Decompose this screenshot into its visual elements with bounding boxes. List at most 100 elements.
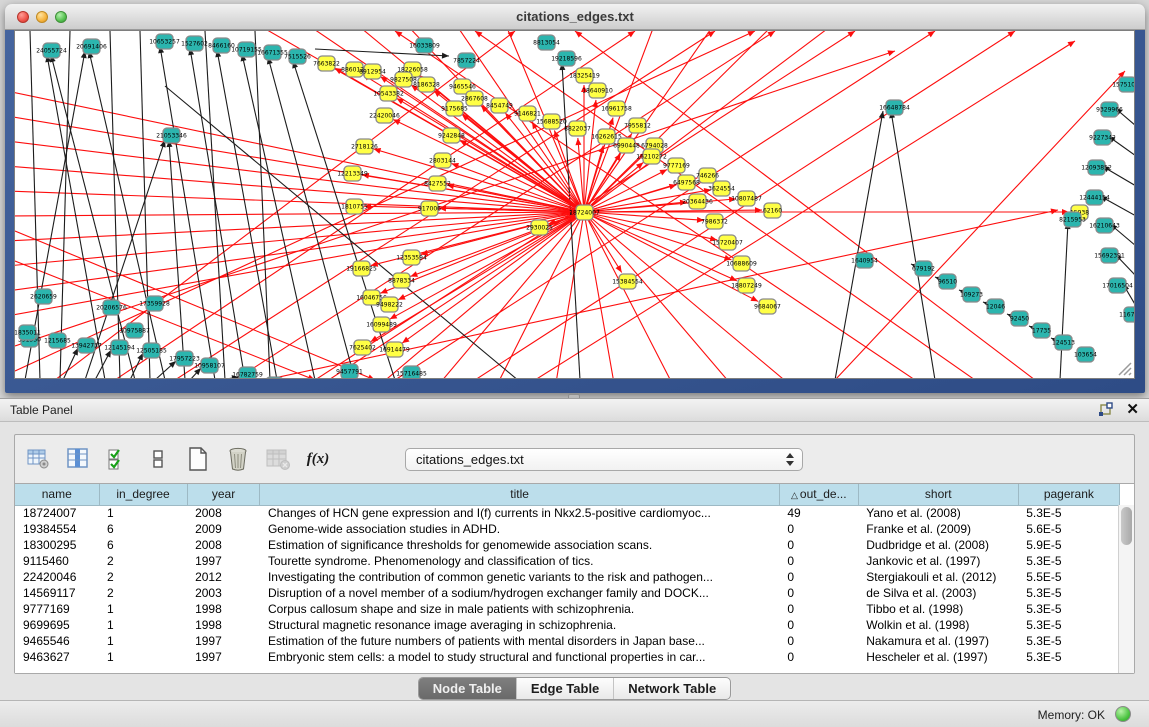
function-builder-button[interactable]: f(x) [305, 446, 331, 472]
table-row[interactable]: 969969511998Structural magnetic resonanc… [15, 617, 1120, 633]
select-rows-button[interactable] [105, 446, 131, 472]
graph-node[interactable]: 18325419 [569, 68, 600, 83]
table-row[interactable]: 2242004622012Investigating the contribut… [15, 569, 1120, 585]
table-row[interactable]: 1456911722003Disruption of a novel membe… [15, 585, 1120, 601]
graph-node[interactable]: 20691406 [76, 39, 107, 54]
graph-node[interactable]: 17016504 [1102, 278, 1133, 293]
graph-node[interactable]: 1810755 [341, 199, 368, 214]
table-row[interactable]: 911546021997Tourette syndrome. Phenomeno… [15, 553, 1120, 569]
svg-text:12093852: 12093852 [1081, 165, 1112, 172]
graph-node[interactable]: 917006 [418, 201, 441, 216]
graph-node[interactable]: 15720407 [712, 235, 743, 250]
window-title: citations_edges.txt [5, 9, 1145, 24]
network-graph[interactable]: 1872400788601238912954182260589827508818… [15, 31, 1135, 379]
graph-node[interactable]: 9777169 [663, 158, 690, 173]
float-panel-icon[interactable] [1098, 402, 1114, 418]
tab-edge-table[interactable]: Edge Table [516, 678, 613, 699]
column-header-outde[interactable]: △out_de... [779, 484, 858, 505]
table-cell: 1 [99, 649, 187, 665]
svg-text:9465546: 9465546 [449, 84, 476, 91]
graph-node[interactable]: 9175685 [441, 101, 468, 116]
new-column-button[interactable] [185, 446, 211, 472]
graph-node[interactable]: 96510 [938, 274, 957, 289]
table-cell: 1 [99, 601, 187, 617]
table-row[interactable]: 977716911998Corpus callosum shape and si… [15, 601, 1120, 617]
tab-node-table[interactable]: Node Table [419, 678, 516, 699]
table-row[interactable]: 1830029562008Estimation of significance … [15, 537, 1120, 553]
graph-node[interactable]: 19166825 [346, 261, 377, 276]
tab-network-table[interactable]: Network Table [613, 678, 730, 699]
graph-node[interactable]: 15692391 [1094, 248, 1125, 263]
table-cell: Estimation of the future numbers of pati… [260, 633, 779, 649]
graph-node[interactable]: 7515526 [284, 49, 311, 64]
window-titlebar[interactable]: citations_edges.txt [5, 4, 1145, 30]
column-header-pagerank[interactable]: pagerank [1018, 484, 1119, 505]
column-header-indegree[interactable]: in_degree [99, 484, 187, 505]
graph-node[interactable]: 16782759 [232, 367, 263, 379]
graph-node[interactable]: 19218596 [551, 51, 582, 66]
graph-node[interactable]: 20206576 [96, 300, 127, 315]
graph-node[interactable]: 9329966 [1096, 102, 1123, 117]
delete-column-button[interactable] [225, 446, 251, 472]
table-settings-button[interactable] [25, 446, 51, 472]
graph-node[interactable]: 16961758 [601, 101, 632, 116]
network-canvas[interactable]: 1872400788601238912954182260589827508818… [14, 30, 1135, 379]
graph-node[interactable]: 15716485 [396, 366, 427, 379]
column-header-title[interactable]: title [260, 484, 779, 505]
graph-node[interactable]: 103654 [1074, 347, 1097, 362]
svg-text:12444154: 12444154 [1079, 195, 1110, 202]
graph-node[interactable]: 109273 [960, 287, 983, 302]
table-row[interactable]: 946554611997Estimation of the future num… [15, 633, 1120, 649]
table-scrollbar[interactable] [1118, 505, 1134, 673]
graph-node[interactable]: 12093852 [1081, 160, 1112, 175]
table-row[interactable]: 1938455462009Genome-wide association stu… [15, 521, 1120, 537]
graph-node[interactable]: 8813054 [533, 35, 560, 50]
graph-node[interactable]: 17735 [1032, 323, 1051, 338]
graph-node[interactable]: 12213349 [337, 166, 368, 181]
table-selector-dropdown[interactable]: citations_edges.txt [405, 448, 803, 471]
graph-node[interactable]: 92450 [1010, 311, 1029, 326]
table-row[interactable]: 946362711997Embryonic stem cells: a mode… [15, 649, 1120, 665]
graph-node[interactable]: 15751074 [1112, 77, 1135, 92]
graph-node[interactable]: 8822037 [564, 121, 591, 136]
graph-node[interactable]: 24055724 [36, 43, 67, 58]
graph-node[interactable]: 10688609 [726, 256, 757, 271]
graph-node[interactable]: 1527602 [181, 36, 208, 51]
svg-text:18724007: 18724007 [569, 210, 600, 217]
close-panel-icon[interactable]: ✕ [1126, 402, 1139, 418]
graph-node[interactable]: 679192 [912, 261, 935, 276]
graph-node[interactable]: 10653257 [149, 34, 180, 49]
graph-node[interactable]: 2803144 [429, 153, 456, 168]
graph-node[interactable]: 21053346 [156, 128, 187, 143]
graph-node[interactable]: 18640910 [582, 83, 613, 98]
svg-text:10688609: 10688609 [726, 261, 757, 268]
graph-node[interactable]: 12923448 [259, 377, 290, 379]
show-columns-button[interactable] [65, 446, 91, 472]
graph-node[interactable]: 2620659 [30, 289, 57, 304]
column-header-short[interactable]: short [858, 484, 1018, 505]
graph-node[interactable]: 16210643 [1089, 218, 1120, 233]
graph-node[interactable]: 12046 [986, 299, 1005, 314]
memory-ok-indicator[interactable] [1115, 706, 1131, 722]
graph-node[interactable]: 7986372 [701, 214, 728, 229]
column-header-name[interactable]: name [15, 484, 99, 505]
table-scrollbar-thumb[interactable] [1121, 507, 1132, 545]
graph-node[interactable]: 9457791 [336, 364, 363, 379]
column-header-year[interactable]: year [187, 484, 260, 505]
graph-node[interactable]: 124513 [1052, 335, 1075, 350]
table-row[interactable]: 1872400712008Changes of HCN gene express… [15, 505, 1120, 521]
graph-node[interactable]: 7857224 [453, 53, 480, 68]
graph-node[interactable]: 1167534 [1119, 307, 1135, 322]
graph-node[interactable]: 12444154 [1079, 190, 1110, 205]
graph-node[interactable]: 62160 [763, 203, 782, 218]
svg-text:8454749: 8454749 [486, 103, 513, 110]
graph-node[interactable]: 8454749 [486, 98, 513, 113]
graph-node[interactable]: 10807487 [731, 191, 762, 206]
graph-node[interactable]: 20364436 [682, 194, 713, 209]
graph-node[interactable]: 17359928 [139, 296, 170, 311]
graph-node[interactable]: 16033809 [409, 38, 440, 53]
resize-grip-icon[interactable] [1115, 359, 1133, 377]
graph-node[interactable]: 9227342 [1089, 130, 1116, 145]
graph-node[interactable]: 7625402 [349, 340, 376, 355]
row-height-button[interactable] [145, 446, 171, 472]
